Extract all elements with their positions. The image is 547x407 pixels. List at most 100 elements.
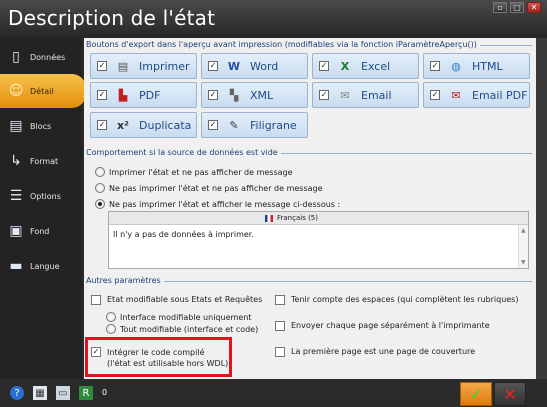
export-button-pdf[interactable]: ✓ ▙ PDF <box>90 82 197 108</box>
sidebar-item-label: Blocs <box>30 121 52 131</box>
export-section-title: Boutons d'export dans l'aperçu avant imp… <box>86 40 480 49</box>
radio-label: Interface modifiable uniquement <box>120 312 252 322</box>
maximize-button[interactable]: □ <box>510 2 524 13</box>
checkbox[interactable]: ✓ <box>208 90 218 100</box>
help-icon[interactable]: ? <box>10 386 24 400</box>
sidebar-item-donnees[interactable]: ▯ Données <box>0 40 82 74</box>
envoyer-page-checkbox[interactable]: Envoyer chaque page séparément à l'impri… <box>275 321 490 331</box>
checkbox[interactable]: ✓ <box>430 61 440 71</box>
empty-source-section-title: Comportement si la source de données est… <box>86 148 281 157</box>
scroll-down-icon[interactable]: ▼ <box>521 259 526 266</box>
smiley-icon: ☺ <box>8 83 24 99</box>
minimize-button[interactable]: ▫ <box>493 2 507 13</box>
radio-button[interactable] <box>106 324 116 334</box>
close-button[interactable]: ✕ <box>527 2 541 13</box>
background-icon: ▣ <box>9 223 23 239</box>
sidebar-item-label: Données <box>30 52 66 62</box>
radio-button[interactable] <box>106 312 116 322</box>
globe-icon: ◍ <box>451 59 461 73</box>
export-button-email-pdf[interactable]: ✓ ✉ Email PDF <box>423 82 530 108</box>
radio-label: Imprimer l'état et ne pas afficher de me… <box>109 167 293 177</box>
radio-interface-modifiable[interactable]: Interface modifiable uniquement <box>106 312 251 322</box>
title-bar: Description de l'état ▫ □ ✕ <box>0 0 547 38</box>
radio-option-print-no-message[interactable]: Imprimer l'état et ne pas afficher de me… <box>95 167 293 177</box>
export-button-word[interactable]: ✓ W Word <box>201 53 308 79</box>
sidebar-item-blocs[interactable]: ▤ Blocs <box>0 109 82 143</box>
checkbox[interactable] <box>275 347 285 357</box>
checkbox[interactable]: ✓ <box>430 90 440 100</box>
checkbox[interactable]: ✓ <box>208 61 218 71</box>
report-icon[interactable]: R <box>79 386 93 400</box>
message-editor[interactable]: Français (5) Il n'y a pas de données à i… <box>108 211 529 269</box>
sidebar-item-format[interactable]: ↳ Format <box>0 144 82 178</box>
export-button-email[interactable]: ✓ ✉ Email <box>312 82 419 108</box>
checkbox[interactable]: ✓ <box>97 61 107 71</box>
checkbox[interactable] <box>275 295 285 305</box>
checkbox-label: La première page est une page de couvert… <box>291 347 476 356</box>
preview-icon[interactable]: ▦ <box>33 386 47 400</box>
checkbox[interactable]: ✓ <box>208 120 218 130</box>
sidebar-item-label: Fond <box>30 226 50 236</box>
button-label: Email <box>361 88 392 102</box>
book-icon: ▬ <box>9 258 23 274</box>
sidebar-item-fond[interactable]: ▣ Fond <box>0 214 82 248</box>
radio-option-no-print-no-message[interactable]: Ne pas imprimer l'état et ne pas affiche… <box>95 183 323 193</box>
checkbox[interactable]: ✓ <box>319 61 329 71</box>
premiere-page-checkbox[interactable]: La première page est une page de couvert… <box>275 347 475 357</box>
count-label: 0 <box>102 388 108 397</box>
checkbox[interactable] <box>275 321 285 331</box>
window-title: Description de l'état <box>8 6 216 30</box>
printer-icon: ▤ <box>117 59 129 73</box>
radio-button[interactable] <box>95 199 105 209</box>
radio-option-no-print-show-message[interactable]: Ne pas imprimer l'état et afficher le me… <box>95 199 340 209</box>
message-text[interactable]: Il n'y a pas de données à imprimer. <box>113 230 254 239</box>
export-button-html[interactable]: ✓ ◍ HTML <box>423 53 530 79</box>
email-pdf-icon: ✉ <box>451 88 461 102</box>
export-button-excel[interactable]: ✓ X Excel <box>312 53 419 79</box>
checkbox[interactable]: ✓ <box>97 90 107 100</box>
xml-icon: ▚ <box>229 88 239 102</box>
french-flag-icon <box>265 214 273 222</box>
button-label: HTML <box>472 59 503 73</box>
options-icon: ☰ <box>9 188 23 204</box>
export-button-imprimer[interactable]: ✓ ▤ Imprimer <box>90 53 197 79</box>
checkbox[interactable]: ✓ <box>97 120 107 130</box>
sidebar-item-detail[interactable]: ☺ Détail <box>0 74 86 108</box>
radio-label: Tout modifiable (interface et code) <box>120 324 259 334</box>
button-label: Email PDF <box>472 88 528 102</box>
etat-modifiable-checkbox[interactable]: Etat modifiable sous Etats et Requêtes <box>91 295 262 305</box>
radio-button[interactable] <box>95 167 105 177</box>
checkbox-label: Envoyer chaque page séparément à l'impri… <box>291 321 490 330</box>
excel-icon: X <box>340 59 350 73</box>
sidebar-item-label: Langue <box>30 261 60 271</box>
email-icon: ✉ <box>340 88 350 102</box>
tenir-compte-checkbox[interactable]: Tenir compte des espaces (qui complètent… <box>275 295 518 305</box>
language-selector[interactable]: Français (5) <box>265 214 318 222</box>
main-panel: Boutons d'export dans l'aperçu avant imp… <box>84 38 536 379</box>
folder-icon[interactable]: ▭ <box>56 386 70 400</box>
checkbox[interactable]: ✓ <box>319 90 329 100</box>
export-button-duplicata[interactable]: ✓ x² Duplicata <box>90 112 197 138</box>
ok-button[interactable]: ✓ <box>460 382 492 406</box>
sidebar-item-langue[interactable]: ▬ Langue <box>0 249 82 283</box>
export-button-filigrane[interactable]: ✓ ✎ Filigrane <box>201 112 308 138</box>
radio-label: Ne pas imprimer l'état et afficher le me… <box>109 199 341 209</box>
sidebar: ▯ Données ☺ Détail ▤ Blocs ↳ Format ☰ Op… <box>0 38 86 379</box>
radio-button[interactable] <box>95 183 105 193</box>
pdf-icon: ▙ <box>118 88 128 102</box>
checkbox-label: Tenir compte des espaces (qui complètent… <box>291 295 519 304</box>
scroll-up-icon[interactable]: ▲ <box>521 227 526 234</box>
message-scrollbar[interactable]: ▲ ▼ <box>518 225 528 268</box>
document-icon: ▯ <box>12 49 20 65</box>
blocks-icon: ▤ <box>9 118 23 134</box>
radio-tout-modifiable[interactable]: Tout modifiable (interface et code) <box>106 324 258 334</box>
checkbox[interactable] <box>91 295 101 305</box>
highlight-rectangle <box>85 337 232 377</box>
sidebar-item-options[interactable]: ☰ Options <box>0 179 82 213</box>
export-button-xml[interactable]: ✓ ▚ XML <box>201 82 308 108</box>
button-label: Filigrane <box>250 118 297 132</box>
cancel-button[interactable]: ✕ <box>494 382 526 406</box>
radio-label: Ne pas imprimer l'état et ne pas affiche… <box>109 183 323 193</box>
button-label: Word <box>250 59 279 73</box>
main-scrollbar[interactable] <box>536 38 547 379</box>
